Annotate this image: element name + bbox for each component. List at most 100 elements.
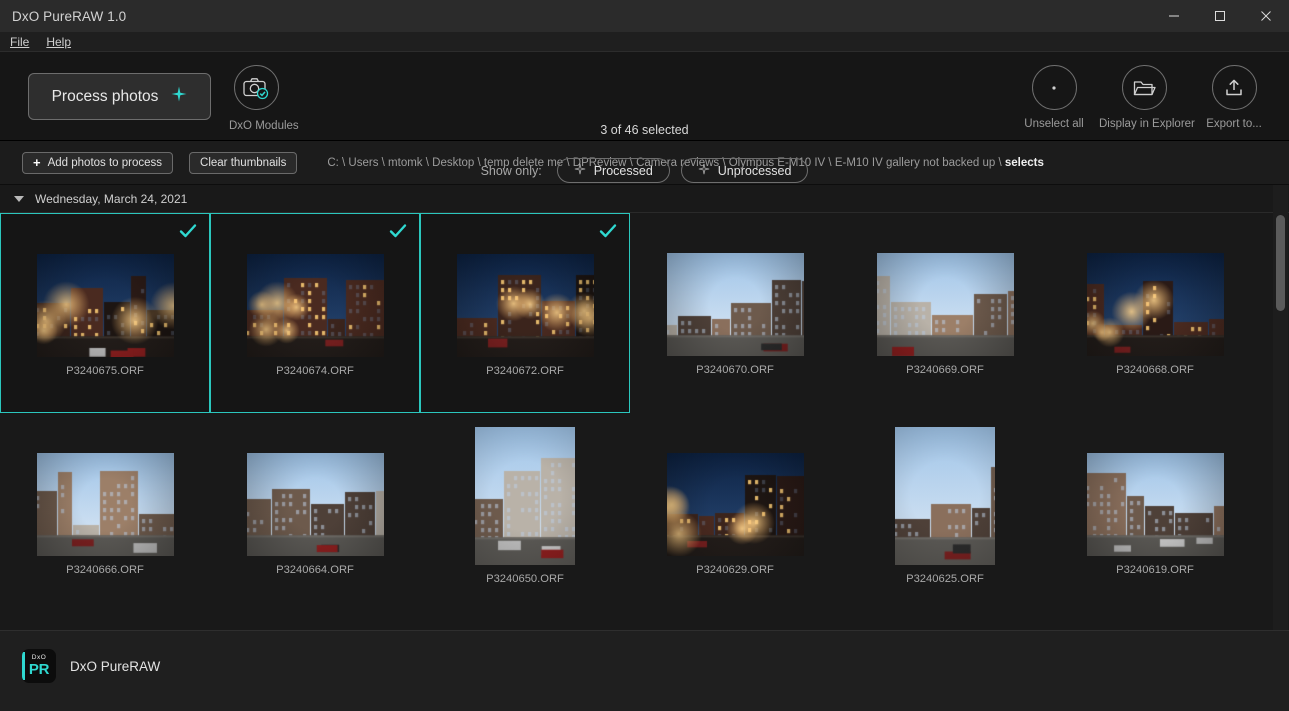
menu-file[interactable]: File	[10, 32, 38, 52]
taskbar-app-label: DxO PureRAW	[70, 659, 160, 674]
sparkle-outline-icon	[698, 163, 710, 178]
close-button[interactable]	[1243, 0, 1289, 32]
thumbnail-frame	[0, 453, 210, 556]
window-controls	[1151, 0, 1289, 32]
export-to-button[interactable]: Export to...	[1189, 65, 1279, 130]
photo-cell[interactable]: P3240625.ORF	[840, 413, 1050, 613]
thumbnail-frame	[840, 253, 1050, 356]
show-only-label: Show only:	[481, 164, 542, 178]
photo-filename: P3240672.ORF	[421, 365, 629, 377]
photo-filename: P3240619.ORF	[1050, 564, 1260, 576]
photo-filename: P3240629.ORF	[630, 564, 840, 576]
photo-browser: Wednesday, March 24, 2021 P3240675.ORFP3…	[0, 185, 1289, 630]
selected-check-icon	[599, 222, 617, 245]
photo-filename: P3240625.ORF	[840, 573, 1050, 585]
photo-cell[interactable]: P3240668.ORF	[1050, 213, 1260, 413]
chevron-down-icon	[14, 196, 24, 202]
thumbnail-frame	[421, 254, 629, 357]
date-group-header[interactable]: Wednesday, March 24, 2021	[0, 185, 1289, 213]
sparkle-icon	[171, 86, 187, 107]
photo-cell[interactable]: P3240629.ORF	[630, 413, 840, 613]
photo-cell[interactable]: P3240672.ORF	[420, 213, 630, 413]
photo-thumbnail[interactable]	[475, 427, 575, 565]
photo-filename: P3240669.ORF	[840, 364, 1050, 376]
menu-help[interactable]: Help	[46, 32, 80, 52]
menu-bar: File Help	[0, 32, 1289, 52]
filter-unprocessed-label: Unprocessed	[718, 164, 792, 178]
photo-thumbnail[interactable]	[1087, 253, 1224, 356]
photo-thumbnail[interactable]	[37, 254, 174, 357]
main-toolbar: Process photos DxO Modules 3 of 46 selec…	[0, 52, 1289, 141]
photo-thumbnail[interactable]	[895, 427, 995, 565]
selected-check-icon	[179, 222, 197, 245]
photo-thumbnail[interactable]	[457, 254, 594, 357]
photo-cell[interactable]: P3240619.ORF	[1050, 413, 1260, 613]
scrollbar-thumb[interactable]	[1276, 215, 1285, 311]
dxo-modules-circle	[234, 65, 279, 110]
minimize-icon	[1168, 10, 1180, 22]
process-photos-button[interactable]: Process photos	[28, 73, 211, 120]
thumbnail-frame	[1050, 253, 1260, 356]
display-in-explorer-button[interactable]: Display in Explorer	[1099, 65, 1189, 130]
app-icon-pr-text: PR	[29, 662, 49, 677]
minimize-button[interactable]	[1151, 0, 1197, 32]
thumbnail-frame	[211, 254, 419, 357]
photo-cell[interactable]: P3240666.ORF	[0, 413, 210, 613]
photo-cell[interactable]: P3240650.ORF	[420, 413, 630, 613]
close-icon	[1260, 10, 1272, 22]
selected-check-icon	[389, 222, 407, 245]
filter-processed-label: Processed	[594, 164, 653, 178]
filter-unprocessed-button[interactable]: Unprocessed	[681, 158, 809, 183]
vertical-scrollbar[interactable]	[1273, 185, 1288, 630]
thumbnail-frame	[1050, 453, 1260, 556]
photo-thumbnail[interactable]	[37, 453, 174, 556]
thumbnail-grid: P3240675.ORFP3240674.ORFP3240672.ORFP324…	[0, 213, 1289, 613]
taskbar: DxO PR DxO PureRAW	[0, 630, 1289, 711]
thumbnail-frame	[840, 427, 1050, 565]
dxo-modules-button[interactable]: DxO Modules	[229, 65, 283, 132]
accent-bar	[22, 652, 25, 680]
window-title: DxO PureRAW 1.0	[0, 9, 126, 24]
photo-thumbnail[interactable]	[667, 453, 804, 556]
thumbnail-row: P3240666.ORFP3240664.ORFP3240650.ORFP324…	[0, 413, 1289, 613]
taskbar-item-dxo-pureraw[interactable]: DxO PR DxO PureRAW	[22, 649, 1289, 683]
dxo-pureraw-app-icon: DxO PR	[22, 649, 56, 683]
sparkle-outline-icon	[574, 163, 586, 178]
photo-thumbnail[interactable]	[247, 254, 384, 357]
process-photos-label: Process photos	[52, 88, 159, 106]
photo-cell[interactable]: P3240670.ORF	[630, 213, 840, 413]
folder-icon	[1132, 78, 1156, 98]
photo-filename: P3240670.ORF	[630, 364, 840, 376]
thumbnail-frame	[210, 453, 420, 556]
photo-thumbnail[interactable]	[247, 453, 384, 556]
photo-thumbnail[interactable]	[877, 253, 1014, 356]
maximize-icon	[1214, 10, 1226, 22]
photo-cell[interactable]: P3240675.ORF	[0, 213, 210, 413]
date-group-label: Wednesday, March 24, 2021	[35, 192, 187, 206]
photo-thumbnail[interactable]	[667, 253, 804, 356]
maximize-button[interactable]	[1197, 0, 1243, 32]
display-in-explorer-circle	[1122, 65, 1167, 110]
photo-filename: P3240675.ORF	[1, 365, 209, 377]
unselect-all-circle	[1032, 65, 1077, 110]
camera-check-icon	[242, 76, 270, 100]
dot-circle-icon	[1050, 84, 1058, 92]
title-bar: DxO PureRAW 1.0	[0, 0, 1289, 32]
photo-cell[interactable]: P3240674.ORF	[210, 213, 420, 413]
photo-filename: P3240664.ORF	[210, 564, 420, 576]
toolbar-actions: Unselect all Display in Explorer	[1009, 65, 1279, 130]
photo-filename: P3240668.ORF	[1050, 364, 1260, 376]
app-window: DxO PureRAW 1.0 File Help Process photos	[0, 0, 1289, 711]
unselect-all-button[interactable]: Unselect all	[1009, 65, 1099, 130]
photo-cell[interactable]: P3240669.ORF	[840, 213, 1050, 413]
export-upload-icon	[1223, 77, 1245, 99]
thumbnail-frame	[420, 427, 630, 565]
filter-processed-button[interactable]: Processed	[557, 158, 670, 183]
thumbnail-frame	[630, 253, 840, 356]
display-in-explorer-label: Display in Explorer	[1099, 118, 1189, 130]
export-to-label: Export to...	[1189, 118, 1279, 130]
photo-cell[interactable]: P3240664.ORF	[210, 413, 420, 613]
photo-filename: P3240666.ORF	[0, 564, 210, 576]
show-only-group: Show only: Processed Unprocessed	[0, 158, 1289, 183]
photo-thumbnail[interactable]	[1087, 453, 1224, 556]
